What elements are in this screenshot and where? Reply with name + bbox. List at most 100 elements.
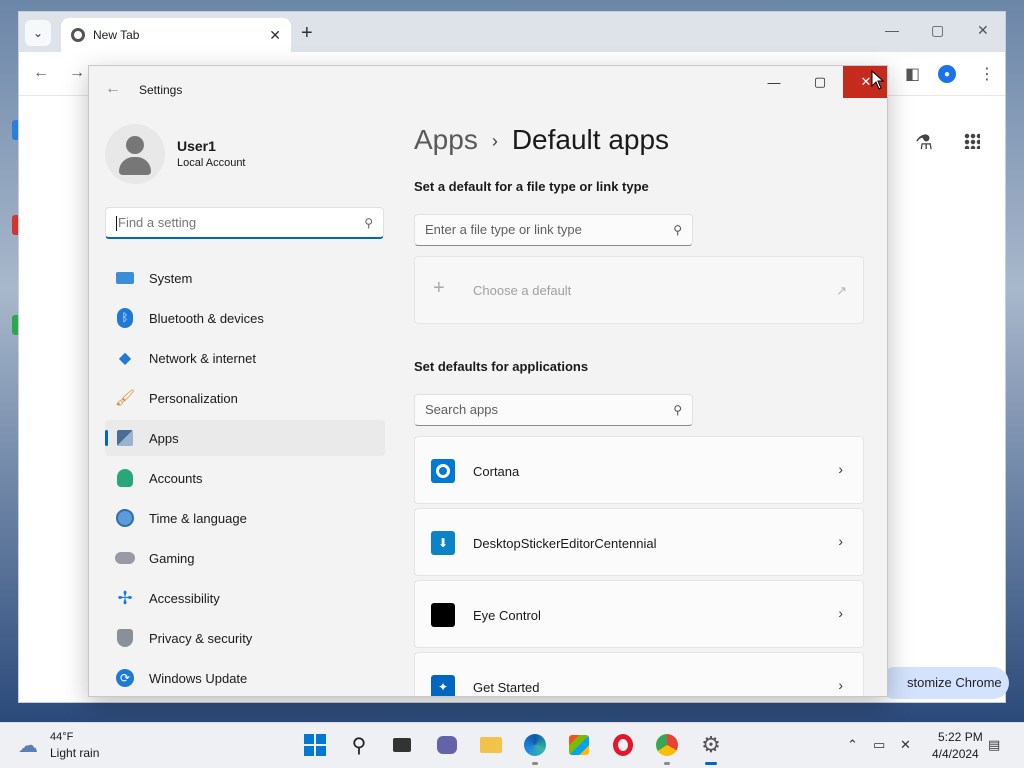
search-input[interactable]: Find a setting ⚲ [105,207,384,239]
forward-arrow-icon[interactable]: → [69,64,85,82]
labs-flask-icon[interactable]: ⚗ [915,130,933,155]
plus-icon: + [433,277,445,299]
chrome-tab[interactable]: New Tab ✕ [61,18,291,52]
chrome-icon[interactable] [654,732,680,765]
sidebar-item-apps[interactable]: Apps [105,420,385,456]
app-row-cortana[interactable]: Cortana › [414,436,864,504]
maximize-icon[interactable]: ▢ [931,22,944,39]
weather-desc[interactable]: Light rain [50,746,99,760]
chevron-right-icon: › [838,677,843,693]
file-type-heading: Set a default for a file type or link ty… [414,179,649,194]
user-name: User1 [177,138,216,154]
breadcrumb-parent[interactable]: Apps [414,124,478,155]
accessibility-icon: ✢ [117,587,133,608]
sidebar-item-privacy[interactable]: Privacy & security [105,620,385,656]
app-name: DesktopStickerEditorCentennial [473,536,657,551]
sidebar-item-label: Accessibility [149,590,220,606]
sidebar-item-label: System [149,270,193,286]
settings-window: ← Settings — ▢ ✕ User1 Local Account Fin… [88,65,888,697]
sidebar-item-accessibility[interactable]: ✢ Accessibility [105,580,385,616]
back-arrow-icon[interactable]: ← [105,80,121,98]
search-apps-input[interactable]: Search apps ⚲ [414,394,693,426]
volume-muted-icon[interactable]: ✕ [900,737,911,753]
avatar-head [126,136,144,154]
avatar-body [119,157,151,175]
app-row-get-started[interactable]: ✦ Get Started › [414,652,864,696]
brush-icon: 🖌 [114,390,136,407]
cortana-icon [431,459,455,483]
back-arrow-icon[interactable]: ← [33,64,49,82]
profile-icon[interactable]: ● [938,65,956,83]
sidebar-item-label: Accounts [149,470,203,486]
network-icon[interactable]: ▭ [873,737,885,753]
sidebar-item-windows-update[interactable]: ⟳ Windows Update [105,660,385,696]
chevron-right-icon: › [838,533,843,549]
search-icon[interactable]: ⚲ [346,732,372,758]
google-apps-icon[interactable] [964,133,980,149]
search-icon: ⚲ [673,223,682,237]
chevron-right-icon: › [491,131,498,152]
clock-date[interactable]: 4/4/2024 [932,747,979,761]
search-icon: ⚲ [673,403,682,417]
clock-time[interactable]: 5:22 PM [938,730,983,744]
edge-icon[interactable] [522,732,548,765]
close-icon[interactable]: ✕ [269,27,281,44]
minimize-button[interactable]: — [751,66,797,98]
settings-gear-icon[interactable]: ⚙ [698,732,724,765]
choose-default-card[interactable]: + Choose a default ↗ [414,256,864,324]
close-icon[interactable]: ✕ [977,22,989,39]
search-placeholder: Find a setting [118,215,197,230]
weather-rain-icon[interactable]: ☁ [18,733,38,758]
opera-icon[interactable] [610,732,636,758]
file-type-placeholder: Enter a file type or link type [425,222,582,237]
file-explorer-icon[interactable] [478,732,504,758]
sidebar-item-personalization[interactable]: 🖌 Personalization [105,380,385,416]
search-apps-placeholder: Search apps [425,402,498,417]
task-view-icon[interactable] [389,732,415,758]
chevron-right-icon: › [838,605,843,621]
sidebar-item-system[interactable]: System [105,260,385,296]
sidebar-item-label: Windows Update [149,670,248,686]
app-row-desktop-sticker-editor[interactable]: ⬇ DesktopStickerEditorCentennial › [414,508,864,576]
sidebar-item-bluetooth[interactable]: ᛒ Bluetooth & devices [105,300,385,336]
get-started-icon: ✦ [431,675,455,696]
eye-control-icon [431,603,455,627]
chevron-right-icon: › [838,461,843,477]
side-panel-icon[interactable]: ◧ [905,64,920,84]
sidebar-item-label: Apps [149,430,179,446]
sidebar-item-gaming[interactable]: Gaming [105,540,385,576]
more-menu-icon[interactable]: ⋮ [979,64,995,84]
taskbar: ☁ 44°F Light rain ⚲ ⚙ ⌃ ▭ ✕ 5:22 PM 4/4/… [0,722,1024,768]
settings-nav: System ᛒ Bluetooth & devices ◆ Network &… [105,260,385,696]
account-type: Local Account [177,157,246,169]
sidebar-item-network[interactable]: ◆ Network & internet [105,340,385,376]
sidebar-item-label: Privacy & security [149,630,253,646]
chevron-up-icon[interactable]: ⌃ [847,737,858,753]
sidebar-item-accounts[interactable]: Accounts [105,460,385,496]
store-icon[interactable] [566,732,592,758]
tab-search-button[interactable]: ⌄ [25,20,51,46]
tab-title: New Tab [93,28,140,42]
start-icon[interactable] [302,732,328,758]
sidebar-item-label: Personalization [149,390,238,406]
minimize-icon[interactable]: — [885,22,899,38]
maximize-button[interactable]: ▢ [797,66,843,98]
gamepad-icon [115,548,135,568]
customize-chrome-button[interactable]: stomize Chrome [879,667,1009,699]
clock-globe-icon [115,508,135,528]
file-type-input[interactable]: Enter a file type or link type ⚲ [414,214,693,246]
new-tab-button[interactable]: + [301,22,313,45]
sidebar-item-time-language[interactable]: Time & language [105,500,385,536]
mouse-cursor-icon [871,70,885,90]
app-name: Get Started [473,680,540,695]
text-caret [116,216,117,232]
weather-temp[interactable]: 44°F [50,731,73,743]
wifi-icon: ◆ [118,350,132,367]
sidebar-item-label: Bluetooth & devices [149,310,264,326]
system-icon [115,268,135,288]
window-title: Settings [139,83,183,97]
app-row-eye-control[interactable]: Eye Control › [414,580,864,648]
notification-icon[interactable]: ▤ [988,737,1000,753]
avatar[interactable] [105,124,165,184]
teams-chat-icon[interactable] [434,732,460,758]
